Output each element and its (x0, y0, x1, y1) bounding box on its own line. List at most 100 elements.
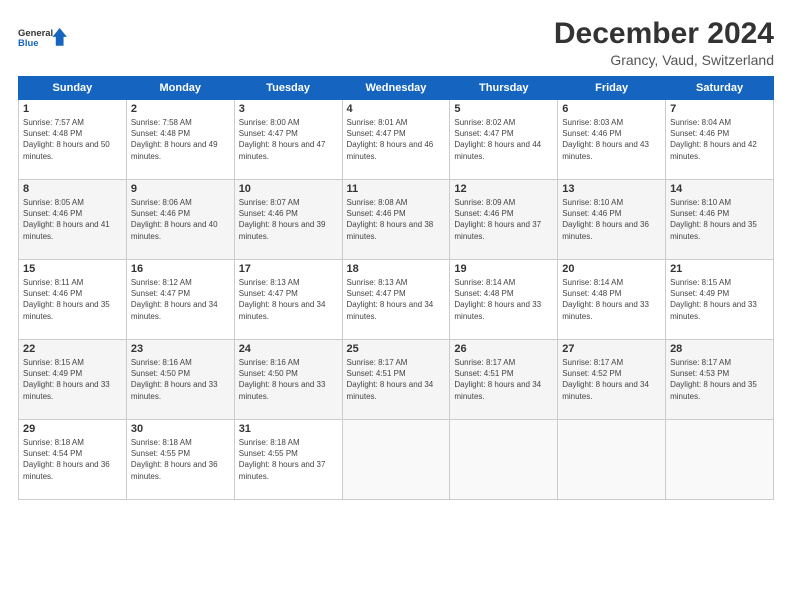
day-number: 1 (23, 103, 122, 115)
day-number: 5 (454, 103, 553, 115)
day-number: 28 (670, 343, 769, 355)
day-cell: 31 Sunrise: 8:18 AMSunset: 4:55 PMDaylig… (234, 420, 342, 500)
title-block: December 2024 Grancy, Vaud, Switzerland (554, 16, 774, 68)
logo: General Blue (18, 16, 68, 60)
day-info: Sunrise: 8:17 AMSunset: 4:52 PMDaylight:… (562, 358, 649, 401)
day-cell: 13 Sunrise: 8:10 AMSunset: 4:46 PMDaylig… (558, 180, 666, 260)
day-info: Sunrise: 8:00 AMSunset: 4:47 PMDaylight:… (239, 118, 326, 161)
day-info: Sunrise: 8:03 AMSunset: 4:46 PMDaylight:… (562, 118, 649, 161)
day-info: Sunrise: 8:18 AMSunset: 4:54 PMDaylight:… (23, 438, 110, 481)
day-info: Sunrise: 8:17 AMSunset: 4:51 PMDaylight:… (347, 358, 434, 401)
week-row-1: 1 Sunrise: 7:57 AMSunset: 4:48 PMDayligh… (19, 100, 774, 180)
day-number: 27 (562, 343, 661, 355)
day-number: 31 (239, 423, 338, 435)
day-number: 15 (23, 263, 122, 275)
col-header-saturday: Saturday (666, 77, 774, 100)
day-info: Sunrise: 8:01 AMSunset: 4:47 PMDaylight:… (347, 118, 434, 161)
col-header-friday: Friday (558, 77, 666, 100)
col-header-sunday: Sunday (19, 77, 127, 100)
day-cell: 11 Sunrise: 8:08 AMSunset: 4:46 PMDaylig… (342, 180, 450, 260)
day-info: Sunrise: 7:57 AMSunset: 4:48 PMDaylight:… (23, 118, 110, 161)
day-number: 26 (454, 343, 553, 355)
day-cell: 26 Sunrise: 8:17 AMSunset: 4:51 PMDaylig… (450, 340, 558, 420)
day-info: Sunrise: 8:10 AMSunset: 4:46 PMDaylight:… (670, 198, 757, 241)
week-row-2: 8 Sunrise: 8:05 AMSunset: 4:46 PMDayligh… (19, 180, 774, 260)
day-cell: 25 Sunrise: 8:17 AMSunset: 4:51 PMDaylig… (342, 340, 450, 420)
day-cell: 14 Sunrise: 8:10 AMSunset: 4:46 PMDaylig… (666, 180, 774, 260)
day-info: Sunrise: 8:17 AMSunset: 4:51 PMDaylight:… (454, 358, 541, 401)
day-number: 6 (562, 103, 661, 115)
day-info: Sunrise: 7:58 AMSunset: 4:48 PMDaylight:… (131, 118, 218, 161)
day-info: Sunrise: 8:05 AMSunset: 4:46 PMDaylight:… (23, 198, 110, 241)
day-info: Sunrise: 8:13 AMSunset: 4:47 PMDaylight:… (347, 278, 434, 321)
day-info: Sunrise: 8:17 AMSunset: 4:53 PMDaylight:… (670, 358, 757, 401)
day-cell (666, 420, 774, 500)
day-number: 11 (347, 183, 446, 195)
week-row-3: 15 Sunrise: 8:11 AMSunset: 4:46 PMDaylig… (19, 260, 774, 340)
day-number: 17 (239, 263, 338, 275)
day-cell: 21 Sunrise: 8:15 AMSunset: 4:49 PMDaylig… (666, 260, 774, 340)
day-cell: 4 Sunrise: 8:01 AMSunset: 4:47 PMDayligh… (342, 100, 450, 180)
day-cell: 10 Sunrise: 8:07 AMSunset: 4:46 PMDaylig… (234, 180, 342, 260)
svg-text:General: General (18, 28, 53, 39)
day-cell: 30 Sunrise: 8:18 AMSunset: 4:55 PMDaylig… (126, 420, 234, 500)
day-cell: 20 Sunrise: 8:14 AMSunset: 4:48 PMDaylig… (558, 260, 666, 340)
day-cell: 6 Sunrise: 8:03 AMSunset: 4:46 PMDayligh… (558, 100, 666, 180)
day-cell: 28 Sunrise: 8:17 AMSunset: 4:53 PMDaylig… (666, 340, 774, 420)
day-info: Sunrise: 8:12 AMSunset: 4:47 PMDaylight:… (131, 278, 218, 321)
day-cell: 22 Sunrise: 8:15 AMSunset: 4:49 PMDaylig… (19, 340, 127, 420)
day-number: 21 (670, 263, 769, 275)
day-info: Sunrise: 8:16 AMSunset: 4:50 PMDaylight:… (239, 358, 326, 401)
days-header-row: SundayMondayTuesdayWednesdayThursdayFrid… (19, 77, 774, 100)
calendar-table: SundayMondayTuesdayWednesdayThursdayFrid… (18, 76, 774, 500)
day-cell: 3 Sunrise: 8:00 AMSunset: 4:47 PMDayligh… (234, 100, 342, 180)
day-cell: 5 Sunrise: 8:02 AMSunset: 4:47 PMDayligh… (450, 100, 558, 180)
day-info: Sunrise: 8:15 AMSunset: 4:49 PMDaylight:… (670, 278, 757, 321)
day-number: 24 (239, 343, 338, 355)
day-number: 25 (347, 343, 446, 355)
col-header-thursday: Thursday (450, 77, 558, 100)
day-number: 3 (239, 103, 338, 115)
day-number: 2 (131, 103, 230, 115)
day-number: 7 (670, 103, 769, 115)
day-info: Sunrise: 8:18 AMSunset: 4:55 PMDaylight:… (239, 438, 326, 481)
day-cell: 18 Sunrise: 8:13 AMSunset: 4:47 PMDaylig… (342, 260, 450, 340)
day-info: Sunrise: 8:08 AMSunset: 4:46 PMDaylight:… (347, 198, 434, 241)
day-number: 22 (23, 343, 122, 355)
col-header-monday: Monday (126, 77, 234, 100)
day-info: Sunrise: 8:07 AMSunset: 4:46 PMDaylight:… (239, 198, 326, 241)
day-cell: 8 Sunrise: 8:05 AMSunset: 4:46 PMDayligh… (19, 180, 127, 260)
week-row-4: 22 Sunrise: 8:15 AMSunset: 4:49 PMDaylig… (19, 340, 774, 420)
day-cell: 23 Sunrise: 8:16 AMSunset: 4:50 PMDaylig… (126, 340, 234, 420)
day-number: 16 (131, 263, 230, 275)
day-info: Sunrise: 8:18 AMSunset: 4:55 PMDaylight:… (131, 438, 218, 481)
day-number: 9 (131, 183, 230, 195)
day-cell (450, 420, 558, 500)
day-cell: 7 Sunrise: 8:04 AMSunset: 4:46 PMDayligh… (666, 100, 774, 180)
calendar-body: 1 Sunrise: 7:57 AMSunset: 4:48 PMDayligh… (19, 100, 774, 500)
day-cell: 19 Sunrise: 8:14 AMSunset: 4:48 PMDaylig… (450, 260, 558, 340)
day-number: 20 (562, 263, 661, 275)
day-info: Sunrise: 8:11 AMSunset: 4:46 PMDaylight:… (23, 278, 110, 321)
day-number: 23 (131, 343, 230, 355)
week-row-5: 29 Sunrise: 8:18 AMSunset: 4:54 PMDaylig… (19, 420, 774, 500)
header: General Blue December 2024 Grancy, Vaud,… (18, 16, 774, 68)
day-number: 12 (454, 183, 553, 195)
day-info: Sunrise: 8:15 AMSunset: 4:49 PMDaylight:… (23, 358, 110, 401)
day-cell: 16 Sunrise: 8:12 AMSunset: 4:47 PMDaylig… (126, 260, 234, 340)
col-header-wednesday: Wednesday (342, 77, 450, 100)
logo-svg: General Blue (18, 16, 68, 60)
day-number: 4 (347, 103, 446, 115)
day-number: 10 (239, 183, 338, 195)
day-number: 13 (562, 183, 661, 195)
day-number: 19 (454, 263, 553, 275)
subtitle: Grancy, Vaud, Switzerland (554, 52, 774, 68)
day-cell (342, 420, 450, 500)
day-cell (558, 420, 666, 500)
svg-text:Blue: Blue (18, 38, 38, 49)
day-cell: 24 Sunrise: 8:16 AMSunset: 4:50 PMDaylig… (234, 340, 342, 420)
day-number: 18 (347, 263, 446, 275)
day-cell: 15 Sunrise: 8:11 AMSunset: 4:46 PMDaylig… (19, 260, 127, 340)
day-cell: 17 Sunrise: 8:13 AMSunset: 4:47 PMDaylig… (234, 260, 342, 340)
day-info: Sunrise: 8:02 AMSunset: 4:47 PMDaylight:… (454, 118, 541, 161)
